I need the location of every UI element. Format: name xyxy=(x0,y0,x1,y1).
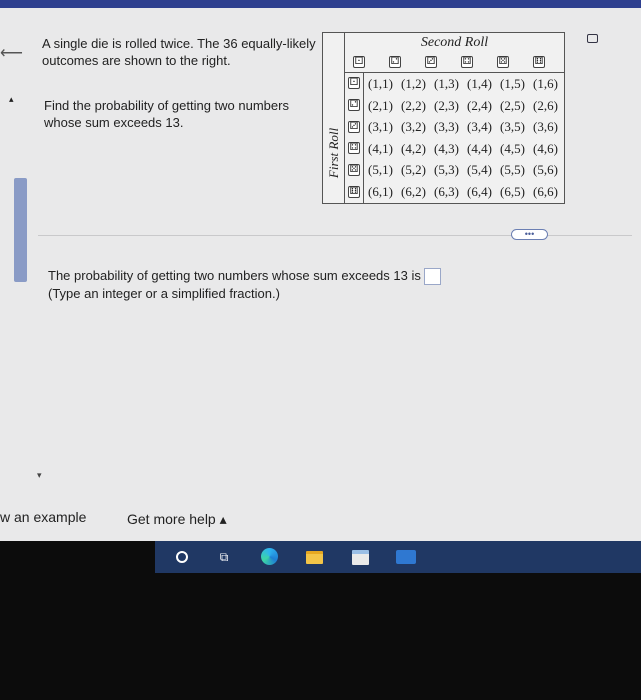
outcome-cell: (5,3) xyxy=(434,162,459,178)
windows-taskbar: ⧉ xyxy=(155,541,641,573)
outcome-cell: (4,5) xyxy=(500,140,525,156)
outcome-cell: (1,2) xyxy=(401,76,426,91)
outcome-cell: (5,5) xyxy=(500,162,525,178)
die-face-2-icon: ⚁ xyxy=(348,99,360,111)
outcome-cell: (1,4) xyxy=(467,76,492,91)
outcome-cell: (4,4) xyxy=(467,140,492,156)
envelope-icon xyxy=(396,550,416,564)
answer-line: The probability of getting two numbers w… xyxy=(48,267,441,286)
die-face-2-icon: ⚁ xyxy=(389,56,401,68)
die-face-3-icon: ⚂ xyxy=(425,56,437,68)
outcome-cell: (2,2) xyxy=(401,97,426,113)
outcome-cell: (5,6) xyxy=(533,162,558,178)
outcome-cell: (6,2) xyxy=(401,183,426,199)
table-row: (6,1) (6,2) (6,3) (6,4) (6,5) (6,6) xyxy=(364,181,564,203)
edge-browser-icon[interactable] xyxy=(260,548,278,566)
more-options-button[interactable]: ••• xyxy=(511,229,548,240)
outcome-cell: (2,3) xyxy=(434,97,459,113)
outcome-cell: (5,2) xyxy=(401,162,426,178)
outcome-cell: (5,1) xyxy=(368,162,393,178)
table-row: (5,1) (5,2) (5,3) (5,4) (5,5) (5,6) xyxy=(364,159,564,181)
outcome-cell: (1,1) xyxy=(368,76,393,91)
die-face-4-icon: ⚃ xyxy=(348,142,360,154)
search-ring-icon xyxy=(176,551,188,563)
outcome-cell: (1,5) xyxy=(500,76,525,91)
answer-input[interactable] xyxy=(423,268,441,286)
outcome-cell: (4,2) xyxy=(401,140,426,156)
get-more-help-button[interactable]: Get more help ▴ xyxy=(127,511,227,528)
problem-intro: A single die is rolled twice. The 36 equ… xyxy=(42,36,316,68)
copy-table-icon[interactable] xyxy=(587,34,598,43)
taskbar-search-icon[interactable] xyxy=(173,548,191,566)
scroll-down-icon[interactable]: ▾ xyxy=(37,470,42,481)
file-explorer-icon[interactable] xyxy=(305,548,323,566)
edge-logo-icon xyxy=(260,548,278,565)
scrollbar-thumb[interactable] xyxy=(14,178,27,282)
table-row: (3,1) (3,2) (3,3) (3,4) (3,5) (3,6) xyxy=(364,116,564,138)
table-row: (2,1) (2,2) (2,3) (2,4) (2,5) (2,6) xyxy=(364,95,564,117)
problem-question: Find the probability of getting two numb… xyxy=(44,98,289,130)
microsoft-store-icon[interactable] xyxy=(351,548,369,566)
column-dice-row: ⚀ ⚁ ⚂ ⚃ ⚄ ⚅ xyxy=(345,52,564,73)
outcome-cell: (6,4) xyxy=(467,183,492,199)
outcome-cell: (2,6) xyxy=(533,97,558,113)
task-view-icon[interactable]: ⧉ xyxy=(215,548,233,566)
row-dice-column: ⚀ ⚁ ⚂ ⚃ ⚄ ⚅ xyxy=(345,73,364,203)
outcome-cell: (3,1) xyxy=(368,119,393,135)
homework-screen: ⟵ ▴ ▾ A single die is rolled twice. The … xyxy=(0,8,641,541)
view-example-button[interactable]: w an example xyxy=(0,509,86,525)
outcome-cell: (3,6) xyxy=(533,119,558,135)
outcome-cell: (2,5) xyxy=(500,97,525,113)
answer-hint: (Type an integer or a simplified fractio… xyxy=(48,286,280,301)
first-roll-label: First Roll xyxy=(326,127,341,179)
outcomes-table: First Roll Second Roll ⚀ ⚁ ⚂ ⚃ ⚄ ⚅ ⚀ ⚁ ⚂… xyxy=(322,32,565,204)
folder-icon xyxy=(305,551,323,564)
scroll-up-icon[interactable]: ▴ xyxy=(9,94,14,105)
outcome-cell: (3,3) xyxy=(434,119,459,135)
outcome-cell: (1,6) xyxy=(533,76,558,91)
outcome-cell: (1,3) xyxy=(434,76,459,91)
outcome-cell: (6,1) xyxy=(368,183,393,199)
outcome-cell: (6,5) xyxy=(500,183,525,199)
outcome-cell: (4,6) xyxy=(533,140,558,156)
back-arrow-icon[interactable]: ⟵ xyxy=(0,44,23,64)
store-bag-icon xyxy=(351,550,369,565)
outcome-cell: (3,4) xyxy=(467,119,492,135)
answer-prompt: The probability of getting two numbers w… xyxy=(48,268,421,283)
die-face-5-icon: ⚄ xyxy=(348,164,360,176)
die-face-5-icon: ⚄ xyxy=(497,56,509,68)
mail-app-icon[interactable] xyxy=(395,548,417,566)
table-row: (1,1) (1,2) (1,3) (1,4) (1,5) (1,6) xyxy=(364,73,564,95)
outcome-cell: (3,5) xyxy=(500,119,525,135)
die-face-6-icon: ⚅ xyxy=(348,186,360,198)
second-roll-label: Second Roll xyxy=(420,35,489,50)
outcome-cell: (4,3) xyxy=(434,140,459,156)
outcome-cell: (6,3) xyxy=(434,183,459,199)
outcome-cell: (5,4) xyxy=(467,162,492,178)
outcome-cell: (2,4) xyxy=(467,97,492,113)
outcome-grid: (1,1) (1,2) (1,3) (1,4) (1,5) (1,6) (2,1) (2,2… xyxy=(364,73,564,203)
top-bar xyxy=(0,0,641,8)
outcome-cell: (3,2) xyxy=(401,119,426,135)
die-face-1-icon: ⚀ xyxy=(353,56,365,68)
die-face-4-icon: ⚃ xyxy=(461,56,473,68)
die-face-1-icon: ⚀ xyxy=(348,77,360,89)
die-face-3-icon: ⚂ xyxy=(348,121,360,133)
die-face-6-icon: ⚅ xyxy=(533,56,545,68)
outcome-cell: (4,1) xyxy=(368,140,393,156)
outcome-cell: (2,1) xyxy=(368,97,393,113)
outcome-cell: (6,6) xyxy=(533,183,558,199)
table-row: (4,1) (4,2) (4,3) (4,4) (4,5) (4,6) xyxy=(364,138,564,160)
row-header-cell: First Roll xyxy=(323,33,345,203)
